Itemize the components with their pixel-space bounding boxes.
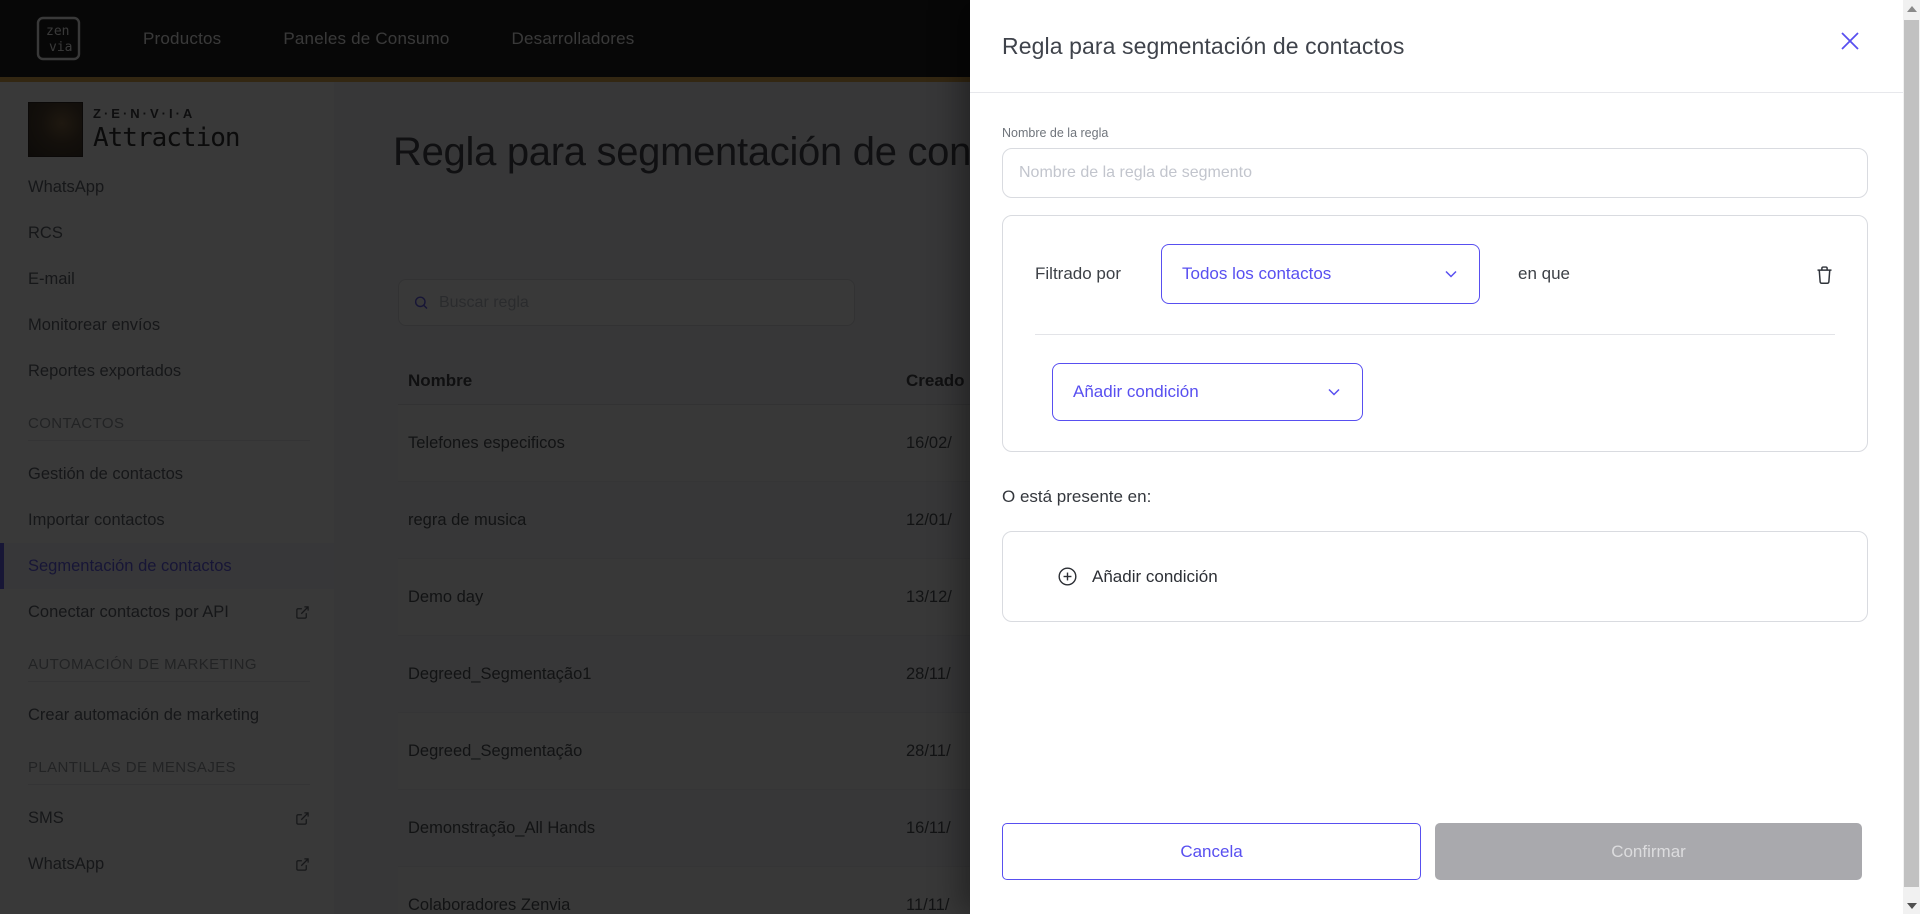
add-condition-button[interactable]: Añadir condición bbox=[1002, 531, 1868, 622]
rule-name-label: Nombre de la regla bbox=[1002, 126, 1109, 140]
drawer-body: Nombre de la regla Filtrado por Todos lo… bbox=[970, 93, 1903, 622]
cancel-button[interactable]: Cancela bbox=[1002, 823, 1421, 880]
en-que-label: en que bbox=[1517, 264, 1570, 283]
segment-rule-drawer: Regla para segmentación de contactos Nom… bbox=[970, 0, 1903, 914]
contacts-scope-select[interactable]: Todos los contactos bbox=[1160, 244, 1480, 304]
filter-condition-card: Filtrado por Todos los contactos en que bbox=[1002, 215, 1868, 452]
filtered-by-label: Filtrado por bbox=[1035, 264, 1121, 283]
chevron-down-icon bbox=[1324, 382, 1344, 402]
drawer-header: Regla para segmentación de contactos bbox=[970, 0, 1903, 93]
browser-scrollbar bbox=[1903, 0, 1920, 914]
trash-icon[interactable] bbox=[1814, 263, 1835, 286]
scrollbar-thumb[interactable] bbox=[1904, 20, 1919, 887]
scroll-up-arrow[interactable] bbox=[1903, 0, 1920, 17]
drawer-title: Regla para segmentación de contactos bbox=[1002, 32, 1405, 59]
plus-circle-icon bbox=[1057, 566, 1078, 587]
add-condition-select[interactable]: Añadir condición bbox=[1052, 363, 1363, 421]
drawer-footer: Cancela Confirmar bbox=[1002, 823, 1862, 880]
rule-name-input[interactable] bbox=[1002, 148, 1868, 198]
confirm-button[interactable]: Confirmar bbox=[1435, 823, 1862, 880]
app-window: zen via Productos Paneles de Consumo Des… bbox=[0, 0, 1920, 914]
or-present-label: O está presente en: bbox=[1002, 487, 1152, 506]
card-divider bbox=[1035, 334, 1835, 335]
scroll-down-arrow[interactable] bbox=[1903, 897, 1920, 914]
close-icon[interactable] bbox=[1837, 28, 1863, 54]
chevron-down-icon bbox=[1441, 264, 1461, 284]
